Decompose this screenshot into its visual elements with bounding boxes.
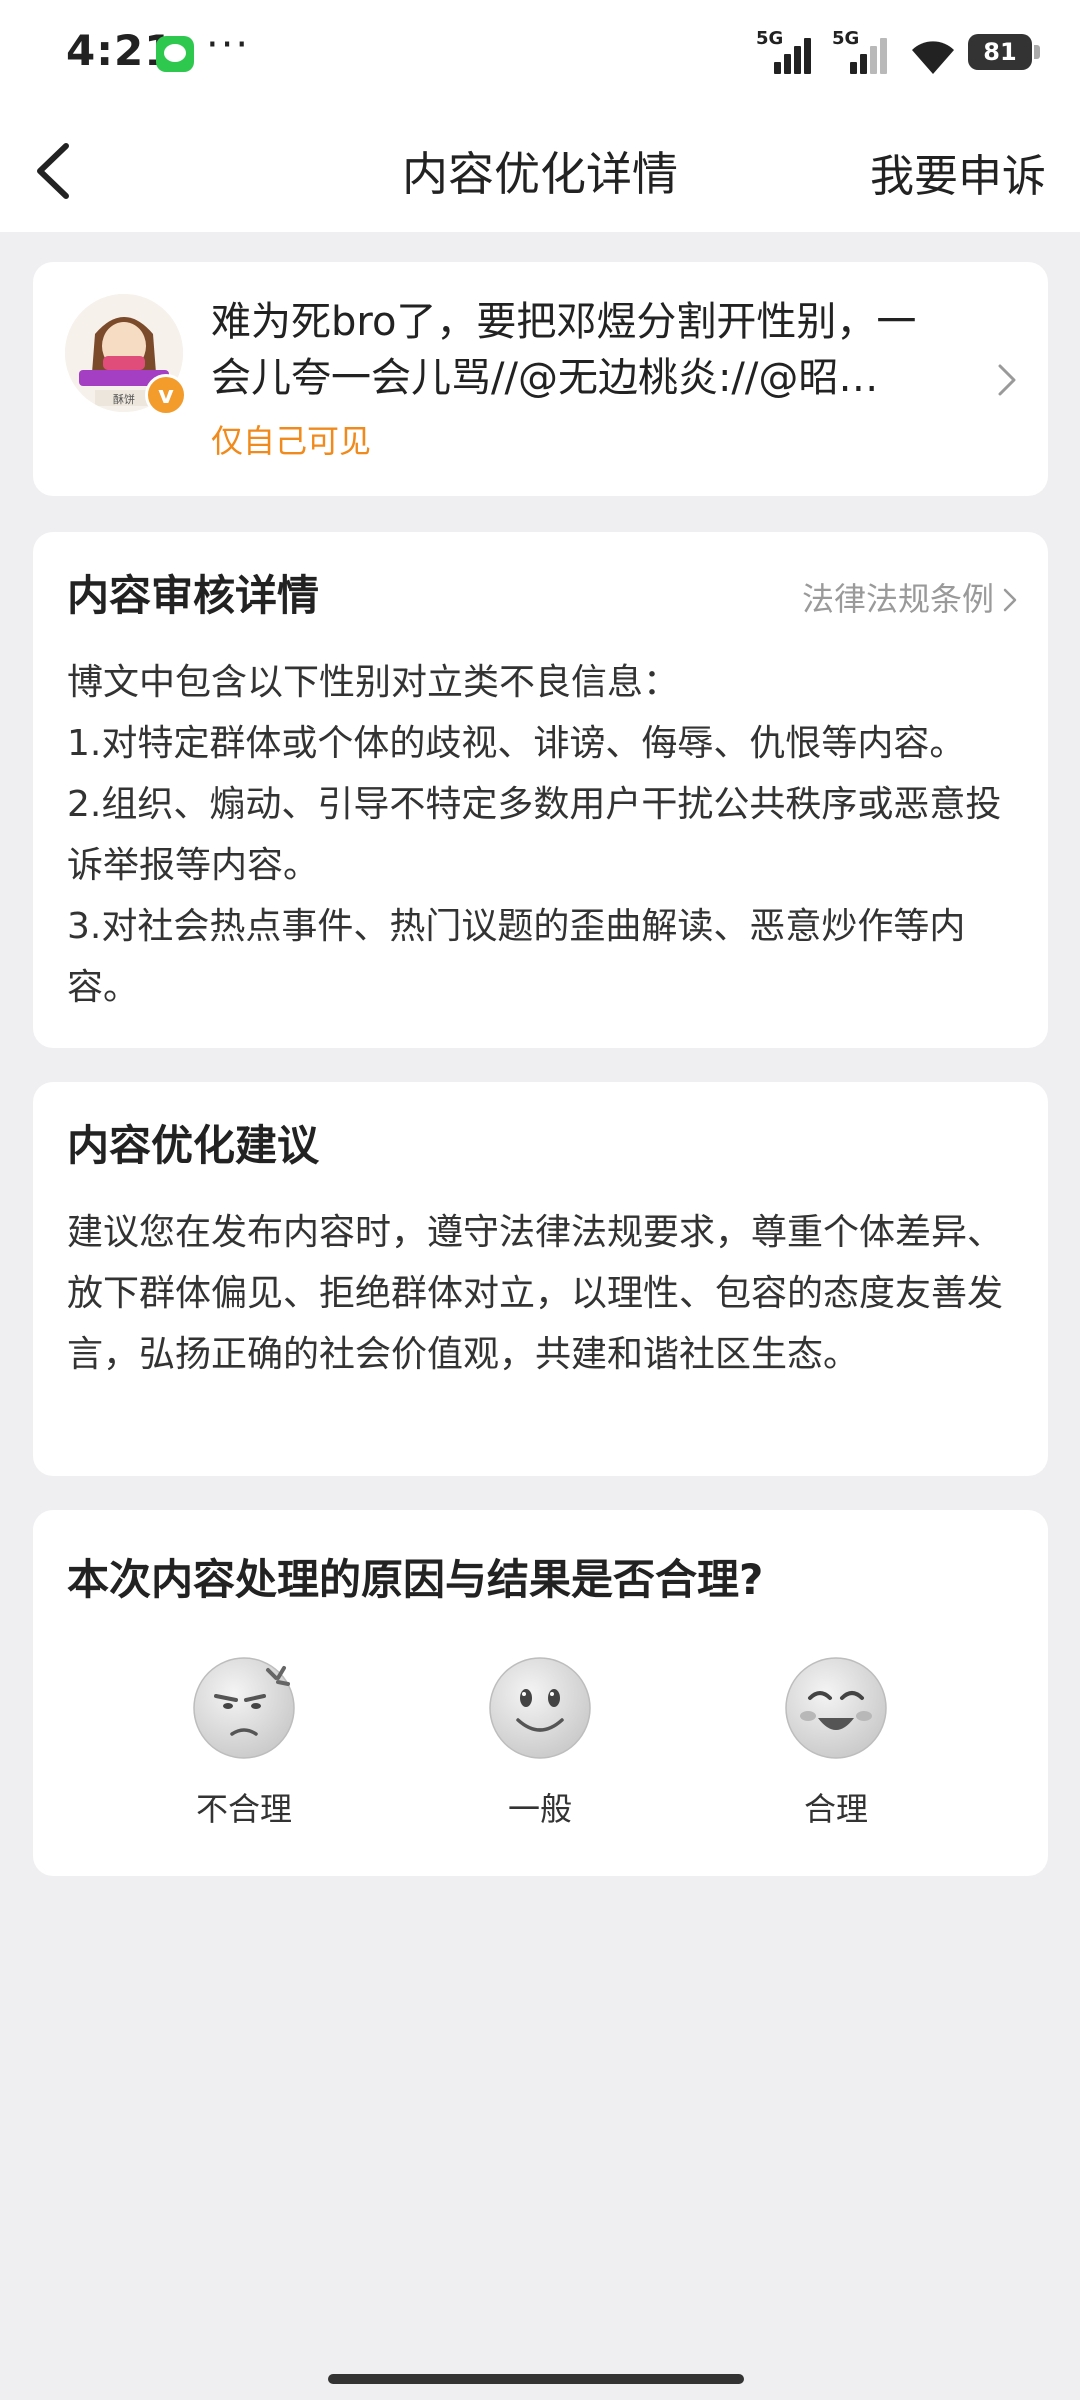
chevron-right-icon: [1003, 588, 1017, 612]
laws-regulations-link[interactable]: 法律法规条例: [802, 574, 1018, 620]
advice-title: 内容优化建议: [67, 1121, 320, 1170]
battery-level: 81: [983, 38, 1017, 66]
review-title: 内容审核详情: [67, 571, 320, 620]
optimization-advice-card: 内容优化建议 建议您在发布内容时，遵守法律法规要求，尊重个体差异、放下群体偏见、…: [33, 1082, 1048, 1476]
signal-1-label: 5G: [756, 28, 784, 49]
advice-body: 建议您在发布内容时，遵守法律法规要求，尊重个体差异、放下群体偏见、拒绝群体对立，…: [67, 1212, 1004, 1375]
review-line: 3.对社会热点事件、热门议题的歪曲解读、恶意炒作等内容。: [67, 906, 966, 1008]
angry-face-icon: [193, 1657, 295, 1759]
feedback-question: 本次内容处理的原因与结果是否合理?: [67, 1555, 764, 1604]
nav-bar: 内容优化详情 我要申诉: [0, 108, 1080, 232]
post-text: 难为死bro了，要把邓煜分割开性别，一会儿夸一会儿骂//@无边桃炎://@昭…: [211, 299, 917, 401]
post-card[interactable]: 酥饼 v 难为死bro了，要把邓煜分割开性别，一会儿夸一会儿骂//@无边桃炎:/…: [33, 262, 1048, 496]
signal-2-icon: 5G: [832, 28, 892, 78]
option-label: 一般: [507, 1790, 572, 1828]
option-label: 合理: [803, 1790, 868, 1828]
chevron-right-icon: [998, 364, 1016, 396]
status-bar: 4:21 ··· 5G 5G 81: [0, 0, 1080, 108]
signal-2-label: 5G: [832, 28, 860, 49]
visibility-status: 仅自己可见: [211, 422, 372, 460]
laws-link-label: 法律法规条例: [801, 580, 994, 618]
home-indicator[interactable]: [328, 2374, 744, 2384]
feedback-option-reasonable[interactable]: 合理: [736, 1656, 936, 1830]
battery-icon: 81: [968, 34, 1040, 70]
message-notification-icon: [156, 36, 194, 72]
review-details-card: 内容审核详情 法律法规条例 博文中包含以下性别对立类不良信息： 1.对特定群体或…: [33, 532, 1048, 1048]
verified-badge-icon: v: [145, 374, 187, 416]
feedback-option-unreasonable[interactable]: 不合理: [144, 1656, 344, 1830]
feedback-option-average[interactable]: 一般: [440, 1656, 640, 1830]
signal-1-icon: 5G: [756, 28, 816, 78]
option-label: 不合理: [195, 1790, 292, 1828]
review-body: 博文中包含以下性别对立类不良信息： 1.对特定群体或个体的歧视、诽谤、侮辱、仇恨…: [67, 652, 1018, 1018]
avatar-caption: 酥饼: [113, 392, 135, 406]
happy-face-icon: [785, 1657, 887, 1759]
more-notifications-icon: ···: [206, 22, 251, 68]
review-line: 1.对特定群体或个体的歧视、诽谤、侮辱、仇恨等内容。: [67, 723, 966, 764]
review-line: 博文中包含以下性别对立类不良信息：: [67, 662, 680, 703]
appeal-button[interactable]: 我要申诉: [870, 140, 1046, 204]
wifi-icon: [912, 41, 954, 74]
neutral-face-icon: [489, 1657, 591, 1759]
feedback-card: 本次内容处理的原因与结果是否合理? 不合理 一般 合理: [33, 1510, 1048, 1876]
review-line: 2.组织、煽动、引导不特定多数用户干扰公共秩序或恶意投诉举报等内容。: [67, 784, 1002, 886]
